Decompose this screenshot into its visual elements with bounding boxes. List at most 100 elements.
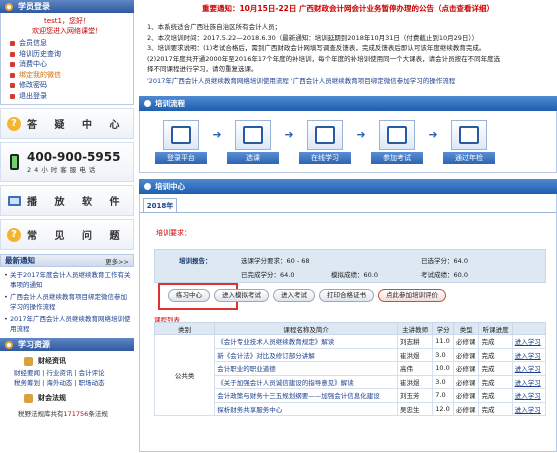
enter-study-link[interactable]: 进入学习 xyxy=(511,347,547,362)
type-cell: 必修课 xyxy=(453,334,480,349)
hotline-box: 400-900-5955 24小时客服电话 xyxy=(0,142,134,182)
step-login[interactable]: 登录平台 xyxy=(155,119,207,164)
course-name-link[interactable]: 《关于加强会计人员诚信建设的指导意见》解读 xyxy=(214,374,398,389)
notice-header: 最新通知 更多>> xyxy=(0,254,134,267)
notice-more-link[interactable]: 更多>> xyxy=(105,256,129,266)
pencil-icon xyxy=(387,125,407,144)
law-icon xyxy=(24,393,33,403)
training-center-panel: 培训中心 2018年 培训要求： 培训报告： 选课学分要求：60 - 68 已选… xyxy=(139,179,557,452)
flow-panel-header: 培训流程 xyxy=(139,96,557,111)
training-report: 培训报告： 选课学分要求：60 - 68 已选学分：64.0 已完成学分：64.… xyxy=(154,249,546,283)
arrow-right-icon: ➜ xyxy=(212,128,222,141)
menu-logout[interactable]: 退出登录 xyxy=(5,91,129,102)
notice-item[interactable]: 关于2017年度会计人员继续教育工作有关事项的通知 xyxy=(3,271,131,290)
course-name-link[interactable]: 会计职业的职业道德 xyxy=(214,361,398,376)
enter-study-link[interactable]: 进入学习 xyxy=(511,361,547,376)
mock-score: 模拟成绩：60.0 xyxy=(331,271,378,279)
menu-member-info[interactable]: 会员信息 xyxy=(5,38,129,49)
welcome-text: 欢迎您进入网络课堂！ xyxy=(32,27,102,35)
training-icon xyxy=(144,183,151,190)
menu-change-password[interactable]: 修改密码 xyxy=(5,80,129,91)
score-requirement: 选课学分要求：60 - 68 xyxy=(241,257,310,265)
step-exam[interactable]: 参加考试 xyxy=(371,119,423,164)
mock-exam-button[interactable]: 进入模拟考试 xyxy=(214,289,269,302)
course-name-link[interactable]: 会计政策与财务十三五规划纲要——加强会计信息化建设 xyxy=(214,388,398,403)
arrow-right-icon: ➜ xyxy=(428,128,438,141)
tab-2018[interactable]: 2018年 xyxy=(143,198,177,212)
finance-links-row-1[interactable]: 财经要闻 | 行业资讯 | 会计评论 xyxy=(0,368,134,378)
intro-text: 1、本系统适合广西壮族自治区所有会计人员； 2、本次培训时间：2017.5.22… xyxy=(139,22,557,86)
sidebar: 学员登录 test1，您好！ 欢迎您进入网络课堂！ 会员信息 培训历史查询 消费… xyxy=(0,0,134,453)
enter-study-link[interactable]: 进入学习 xyxy=(511,401,547,416)
course-name-link[interactable]: 探析财务共享服务中心 xyxy=(214,401,398,416)
teacher-cell: 刘玉芳 xyxy=(396,388,434,403)
menu-payment-center[interactable]: 消费中心 xyxy=(5,59,129,70)
action-buttons: 练习中心 进入模拟考试 进入考试 打印合格证书 点此参加培训评价 xyxy=(168,289,446,302)
training-center-title: 培训中心 xyxy=(155,182,185,191)
question-icon: ? xyxy=(7,227,21,242)
course-name-link[interactable]: 新《会计法》对比及修订部分讲解 xyxy=(214,347,398,362)
intro-line-5: 择不同课程进行学习，请勿重复选课。 xyxy=(147,65,258,73)
notice-item[interactable]: 2017年广西会计人员继续教育网络培训使用流程 xyxy=(3,315,131,334)
progress-cell: 完成 xyxy=(478,401,513,416)
print-certificate-button[interactable]: 打印合格证书 xyxy=(319,289,374,302)
menu-bind-wechat[interactable]: 绑定我的微信 xyxy=(5,70,129,81)
enter-study-link[interactable]: 进入学习 xyxy=(511,334,547,349)
step-select-course-label: 选课 xyxy=(227,151,279,164)
teacher-cell: 高伟 xyxy=(396,361,434,376)
monitor-icon xyxy=(171,125,191,144)
col-type: 类型 xyxy=(453,322,480,335)
menu-training-history[interactable]: 培训历史查询 xyxy=(5,49,129,60)
step-online-study[interactable]: 在线学习 xyxy=(299,119,351,164)
enter-study-link[interactable]: 进入学习 xyxy=(511,374,547,389)
teacher-cell: 刘志耕 xyxy=(396,334,434,349)
teacher-cell: 吴忠生 xyxy=(396,401,434,416)
certificate-icon xyxy=(459,125,479,144)
login-panel-title: 学员登录 xyxy=(18,2,50,11)
progress-cell: 完成 xyxy=(478,361,513,376)
login-box: test1，您好！ 欢迎您进入网络课堂！ 会员信息 培训历史查询 消费中心 绑定… xyxy=(0,13,134,105)
selected-credits: 已选学分：64.0 xyxy=(421,257,468,265)
step-select-course[interactable]: 选课 xyxy=(227,119,279,164)
player-software-link[interactable]: 播 放 软 件 xyxy=(0,185,134,216)
qa-center-link[interactable]: ? 答 疑 中 心 xyxy=(0,108,134,139)
enter-study-link[interactable]: 进入学习 xyxy=(511,388,547,403)
arrow-right-icon: ➜ xyxy=(356,128,366,141)
step-online-study-label: 在线学习 xyxy=(299,151,351,164)
practice-center-button[interactable]: 练习中心 xyxy=(168,289,210,302)
phone-icon xyxy=(9,154,19,170)
intro-line-2: 2、本次培训时间：2017.5.22—2018.6.30（最新通知：培训延期到2… xyxy=(147,33,479,42)
category-cell: 公共类 xyxy=(153,334,216,416)
progress-cell: 完成 xyxy=(478,347,513,362)
video-icon xyxy=(315,125,335,144)
law-count-value: 171756 xyxy=(63,410,89,418)
teacher-cell: 崔洪煜 xyxy=(396,347,434,362)
progress-cell: 完成 xyxy=(478,388,513,403)
notice-item[interactable]: 广西会计人员继续教育项目绑定微信参加学习的操作流程 xyxy=(3,293,131,312)
resources-title: 学习资源 xyxy=(18,340,50,349)
usage-flow-link[interactable]: '2017年广西会计人员继续教育网络培训使用流程 xyxy=(147,77,289,85)
finance-info-heading: 财经资讯 xyxy=(0,351,134,368)
col-credit: 学分 xyxy=(432,322,455,335)
wechat-flow-link[interactable]: '广西会计人员继续教育项目绑定微信参加学习的操作流程 xyxy=(291,77,455,85)
evaluate-button[interactable]: 点此参加培训评价 xyxy=(378,289,446,302)
course-name-link[interactable]: 《会计专业技术人员继续教育规定》解读 xyxy=(214,334,398,349)
checklist-icon xyxy=(243,125,263,144)
faq-link[interactable]: ? 常 见 问 题 xyxy=(0,219,134,250)
col-course-name: 课程名称及简介 xyxy=(214,322,398,335)
finance-links-row-2[interactable]: 税务筹划 | 海外动态 | 职场动态 xyxy=(0,378,134,388)
intro-line-3: 3、培训要求说明：(1)考试合格后，需到广西财政会计网填写调查反馈表，完成反馈表… xyxy=(147,44,486,52)
exam-button[interactable]: 进入考试 xyxy=(273,289,315,302)
step-annual-check[interactable]: 通过年检 xyxy=(443,119,495,164)
teacher-cell: 崔洪煜 xyxy=(396,374,434,389)
progress-cell: 完成 xyxy=(478,374,513,389)
faq-label: 常 见 问 题 xyxy=(27,231,127,242)
intro-links: '2017年广西会计人员继续教育网络培训使用流程 '广西会计人员继续教育项目绑定… xyxy=(147,76,557,87)
table-row: 公共类 《会计专业技术人员继续教育规定》解读 刘志耕 11.0 必修课 完成 进… xyxy=(153,334,547,416)
intro-line-1: 1、本系统适合广西壮族自治区所有会计人员； xyxy=(147,23,282,31)
type-cell: 必修课 xyxy=(453,347,480,362)
finance-info-label: 财经资讯 xyxy=(38,357,66,365)
law-count-text: 税野法规库共有171756条法规 xyxy=(0,408,134,418)
flow-panel-title: 培训流程 xyxy=(155,99,185,108)
important-notice-link[interactable]: 重要通知：10月15日-22日 广西财政会计网会计业务暂停办理的公告（点击查看详… xyxy=(139,3,557,14)
